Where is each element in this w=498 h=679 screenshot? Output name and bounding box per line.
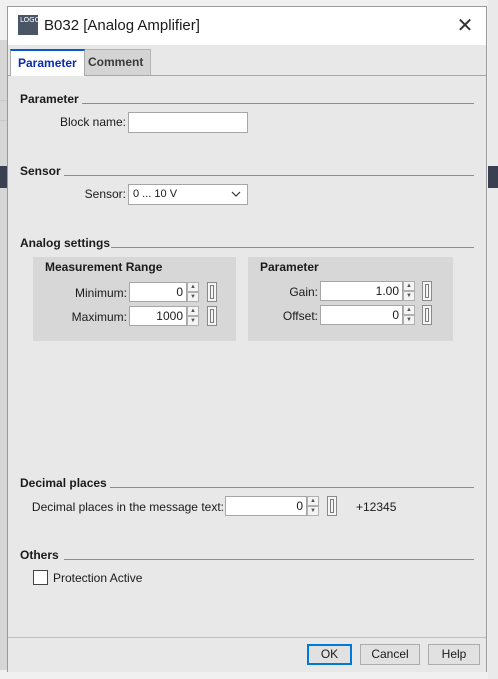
tab-comment[interactable]: Comment bbox=[80, 49, 152, 75]
close-icon[interactable]: ✕ bbox=[450, 11, 480, 41]
decimal-places-reference-icon[interactable] bbox=[327, 496, 337, 516]
sensor-label: Sensor: bbox=[84, 187, 126, 201]
section-title-sensor: Sensor bbox=[20, 164, 61, 178]
spin-down-icon[interactable]: ▼ bbox=[403, 315, 415, 325]
offset-reference-icon[interactable] bbox=[422, 305, 432, 325]
spin-down-icon[interactable]: ▼ bbox=[187, 292, 199, 302]
divider bbox=[111, 247, 474, 248]
spin-up-icon[interactable]: ▲ bbox=[187, 306, 199, 316]
decimal-places-spinner[interactable]: ▲ ▼ bbox=[307, 496, 319, 516]
logo-app-icon: LOGO bbox=[18, 15, 41, 35]
background-bar bbox=[488, 166, 498, 188]
decimal-places-label: Decimal places in the message text: bbox=[31, 500, 224, 514]
measurement-range-title: Measurement Range bbox=[45, 260, 163, 274]
spin-up-icon[interactable]: ▲ bbox=[403, 305, 415, 315]
section-title-others: Others bbox=[20, 548, 59, 562]
spin-down-icon[interactable]: ▼ bbox=[307, 506, 319, 516]
help-button[interactable]: Help bbox=[428, 644, 480, 665]
block-name-input[interactable] bbox=[128, 112, 248, 133]
analog-amplifier-dialog: LOGO B032 [Analog Amplifier] ✕ Parameter… bbox=[7, 6, 487, 672]
dialog-title: B032 [Analog Amplifier] bbox=[44, 17, 200, 34]
tab-parameter[interactable]: Parameter bbox=[10, 49, 85, 76]
maximum-reference-icon[interactable] bbox=[207, 306, 217, 326]
sensor-select-value: 0 ... 10 V bbox=[133, 188, 178, 200]
minimum-reference-icon[interactable] bbox=[207, 282, 217, 302]
divider bbox=[110, 487, 474, 488]
amplifier-parameter-panel: Parameter Gain: 1.00 ▲ ▼ Offset: 0 ▲ ▼ bbox=[248, 257, 453, 341]
minimum-input[interactable]: 0 bbox=[129, 282, 187, 302]
tab-content: Parameter Block name: Sensor Sensor: 0 .… bbox=[8, 76, 486, 636]
title-bar: LOGO B032 [Analog Amplifier] ✕ bbox=[8, 7, 486, 45]
gain-reference-icon[interactable] bbox=[422, 281, 432, 301]
tab-strip: Parameter Comment bbox=[8, 45, 486, 76]
gain-input[interactable]: 1.00 bbox=[320, 281, 403, 301]
section-title-parameter: Parameter bbox=[20, 92, 79, 106]
minimum-label: Minimum: bbox=[74, 286, 127, 300]
spin-up-icon[interactable]: ▲ bbox=[187, 282, 199, 292]
divider bbox=[64, 175, 474, 176]
spin-up-icon[interactable]: ▲ bbox=[403, 281, 415, 291]
amplifier-parameter-title: Parameter bbox=[260, 260, 319, 274]
spin-down-icon[interactable]: ▼ bbox=[403, 291, 415, 301]
sensor-select[interactable]: 0 ... 10 V bbox=[128, 184, 248, 205]
logo-app-icon-text: LOGO bbox=[20, 16, 41, 24]
offset-label: Offset: bbox=[282, 309, 318, 323]
minimum-spinner[interactable]: ▲ ▼ bbox=[187, 282, 199, 302]
cancel-button[interactable]: Cancel bbox=[360, 644, 420, 665]
offset-spinner[interactable]: ▲ ▼ bbox=[403, 305, 415, 325]
offset-input[interactable]: 0 bbox=[320, 305, 403, 325]
decimal-preview-text: +12345 bbox=[356, 500, 397, 514]
background-window-edge-right bbox=[488, 0, 498, 679]
measurement-range-panel: Measurement Range Minimum: 0 ▲ ▼ Maximum… bbox=[33, 257, 236, 341]
protection-active-label[interactable]: Protection Active bbox=[53, 571, 142, 585]
block-name-label: Block name: bbox=[59, 115, 126, 129]
maximum-input[interactable]: 1000 bbox=[129, 306, 187, 326]
dialog-footer: OK Cancel Help bbox=[8, 637, 486, 672]
protection-active-checkbox[interactable] bbox=[33, 570, 48, 585]
spin-down-icon[interactable]: ▼ bbox=[187, 316, 199, 326]
maximum-label: Maximum: bbox=[71, 310, 127, 324]
section-title-decimal-places: Decimal places bbox=[20, 476, 107, 490]
decimal-places-input[interactable]: 0 bbox=[225, 496, 307, 516]
ok-button[interactable]: OK bbox=[307, 644, 352, 665]
gain-label: Gain: bbox=[289, 285, 318, 299]
maximum-spinner[interactable]: ▲ ▼ bbox=[187, 306, 199, 326]
divider bbox=[82, 103, 474, 104]
section-title-analog-settings: Analog settings bbox=[20, 236, 111, 250]
spin-up-icon[interactable]: ▲ bbox=[307, 496, 319, 506]
gain-spinner[interactable]: ▲ ▼ bbox=[403, 281, 415, 301]
divider bbox=[64, 559, 474, 560]
chevron-down-icon bbox=[231, 185, 241, 209]
